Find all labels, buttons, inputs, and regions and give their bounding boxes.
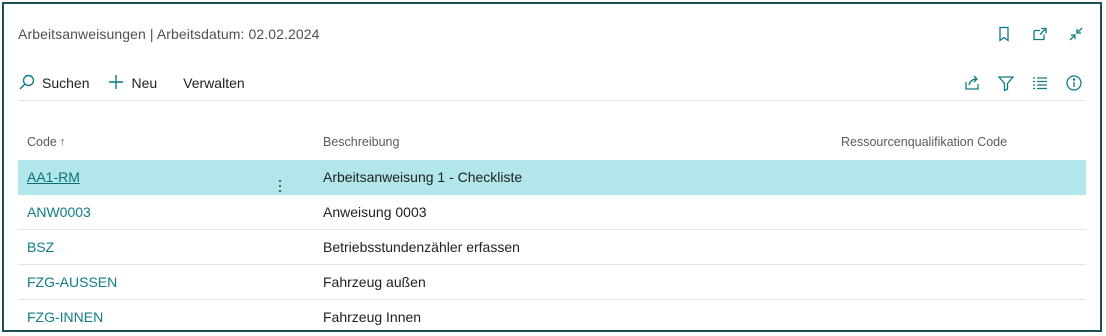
code-link[interactable]: FZG-INNEN xyxy=(27,309,103,325)
cell-description: Fahrzeug Innen xyxy=(323,309,422,325)
page-header-actions xyxy=(994,24,1086,44)
new-button[interactable]: Neu xyxy=(107,73,157,94)
bookmark-icon[interactable] xyxy=(994,24,1014,44)
manage-label: Verwalten xyxy=(183,75,245,91)
row-more-options-icon[interactable] xyxy=(274,176,286,196)
code-link[interactable]: AA1-RM xyxy=(27,169,80,185)
cell-code: AA1-RM xyxy=(18,169,314,192)
list-view-icon[interactable] xyxy=(1030,73,1050,93)
table-row[interactable]: FZG-AUSSEN Fahrzeug außen xyxy=(18,265,1086,300)
cell-description: Fahrzeug außen xyxy=(323,274,426,290)
data-table: Code ↑ Beschreibung Ressourcenqualifikat… xyxy=(18,124,1086,334)
search-button[interactable]: Suchen xyxy=(18,73,89,94)
table-row[interactable]: AA1-RM Arbeitsanweisung 1 - Checkliste xyxy=(18,160,1086,195)
code-link[interactable]: ANW0003 xyxy=(27,204,91,220)
page-header: Arbeitsanweisungen | Arbeitsdatum: 02.02… xyxy=(18,4,1086,64)
column-header-description[interactable]: Beschreibung xyxy=(314,135,834,149)
table-row[interactable]: FZG-INNEN Fahrzeug Innen xyxy=(18,300,1086,334)
cell-code: ANW0003 xyxy=(18,204,314,220)
new-label: Neu xyxy=(131,75,158,91)
cell-code: FZG-INNEN xyxy=(18,309,314,325)
cell-code: FZG-AUSSEN xyxy=(18,274,314,290)
share-icon[interactable] xyxy=(962,73,982,93)
filter-icon[interactable] xyxy=(996,73,1016,93)
info-icon[interactable] xyxy=(1064,73,1084,93)
code-link[interactable]: FZG-AUSSEN xyxy=(27,274,117,290)
column-header-qualification[interactable]: Ressourcenqualifikation Code xyxy=(834,135,1086,149)
action-bar: Suchen Neu Verwalten xyxy=(18,66,1084,101)
plus-icon xyxy=(107,73,125,94)
cell-code: BSZ xyxy=(18,239,314,255)
collapse-icon[interactable] xyxy=(1066,24,1086,44)
code-link[interactable]: BSZ xyxy=(27,239,54,255)
column-header-code[interactable]: Code ↑ xyxy=(18,135,314,149)
page-title: Arbeitsanweisungen | Arbeitsdatum: 02.02… xyxy=(18,26,320,42)
cell-description: Arbeitsanweisung 1 - Checkliste xyxy=(323,169,523,185)
table-row[interactable]: ANW0003 Anweisung 0003 xyxy=(18,195,1086,230)
search-label: Suchen xyxy=(42,75,90,91)
action-bar-right xyxy=(962,73,1084,93)
sort-ascending-icon: ↑ xyxy=(59,136,66,148)
page-frame: Arbeitsanweisungen | Arbeitsdatum: 02.02… xyxy=(2,2,1102,332)
cell-description: Anweisung 0003 xyxy=(323,204,427,220)
table-row[interactable]: BSZ Betriebsstundenzähler erfassen xyxy=(18,230,1086,265)
column-header-code-label: Code xyxy=(27,135,57,149)
table-header: Code ↑ Beschreibung Ressourcenqualifikat… xyxy=(18,124,1086,160)
cell-description: Betriebsstundenzähler erfassen xyxy=(323,239,520,255)
manage-menu-button[interactable]: Verwalten xyxy=(183,75,244,91)
open-new-window-icon[interactable] xyxy=(1030,24,1050,44)
search-icon xyxy=(18,73,36,94)
